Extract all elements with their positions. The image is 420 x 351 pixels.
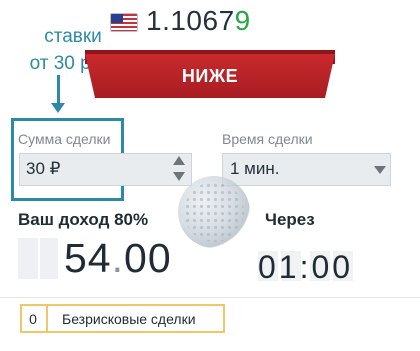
payout-decimal-point: .	[111, 235, 125, 281]
payout-label: Ваш доход 80%	[18, 210, 149, 229]
duration-value[interactable]: 1 мин.	[230, 159, 279, 179]
annotation-line-1: ставки	[44, 26, 102, 47]
digit-cell	[40, 238, 58, 279]
digit-cell	[18, 238, 38, 279]
risk-free-count: 0	[20, 304, 48, 333]
payout-amount: 54.00	[64, 235, 172, 282]
increment-arrow-icon[interactable]	[173, 156, 185, 165]
amount-label: Сумма сделки	[18, 131, 111, 147]
payout-dec: 00	[124, 235, 172, 281]
chevron-down-icon[interactable]	[374, 166, 386, 174]
amount-value[interactable]: 30 ₽	[26, 159, 60, 179]
price-last-digit: 9	[234, 5, 251, 36]
countdown-timer: 01:00	[258, 249, 354, 285]
sell-lower-button[interactable]: НИЖЕ	[85, 54, 335, 98]
price-main: 1.1067	[146, 5, 235, 36]
payout-int: 54	[64, 235, 112, 281]
section-divider	[0, 297, 420, 298]
timer-label: Через	[265, 210, 315, 229]
risk-free-label[interactable]: Безрисковые сделки	[62, 311, 196, 327]
duration-label: Время сделки	[222, 131, 313, 147]
decrement-arrow-icon[interactable]	[173, 172, 185, 181]
globe-watermark-icon	[178, 176, 250, 248]
asset-price: 1.10679	[146, 5, 251, 37]
arrow-down-icon	[51, 103, 65, 113]
annotation-arrow-line	[57, 75, 60, 105]
